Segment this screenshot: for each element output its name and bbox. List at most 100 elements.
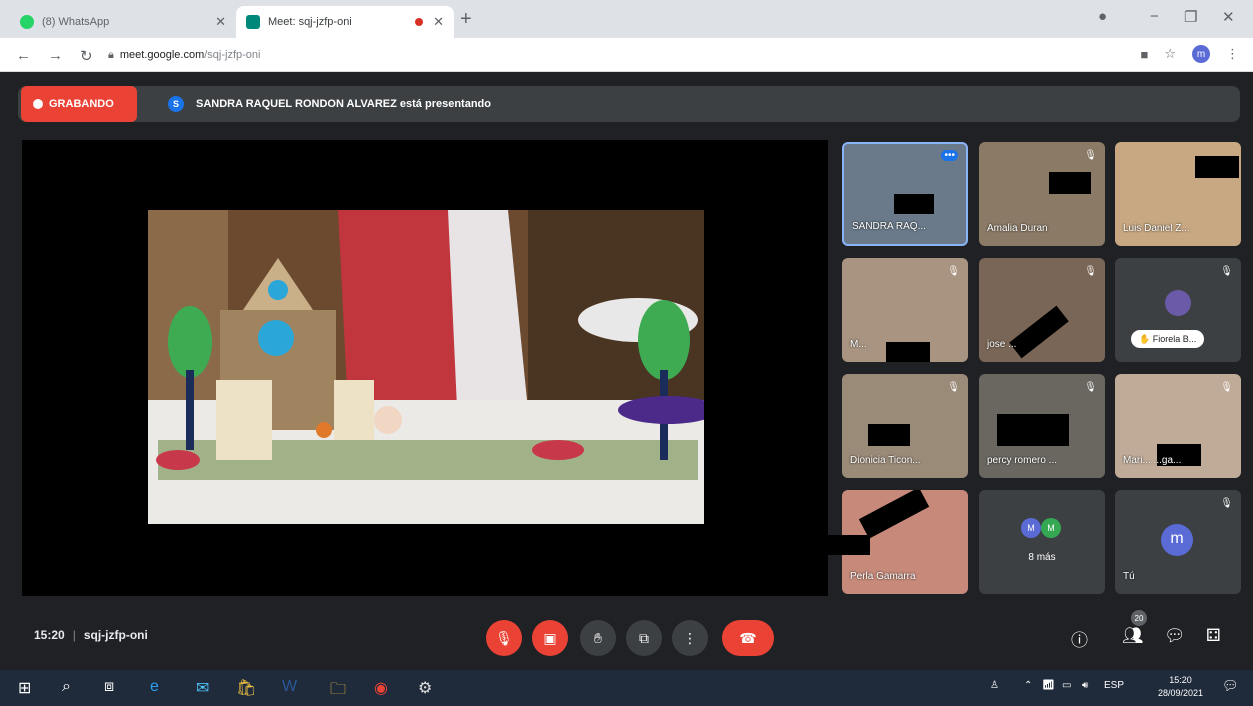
close-window-button[interactable]: ✕ <box>1222 8 1235 26</box>
browser-actions: ■ ☆ m ⋮ <box>1140 45 1239 63</box>
bookmark-star-icon[interactable]: ☆ <box>1164 46 1176 62</box>
more-participants-tile[interactable]: M M 8 más <box>979 490 1105 594</box>
present-icon: ⧉ <box>639 629 649 646</box>
participant-name: Mari... ...ga... <box>1123 455 1182 466</box>
profile-avatar[interactable]: m <box>1192 45 1210 63</box>
system-clock[interactable]: 15:20 28/09/2021 <box>1158 674 1203 700</box>
camera-in-use-icon[interactable]: ■ <box>1140 47 1148 62</box>
more-options-button[interactable]: ⋮ <box>672 620 708 656</box>
tab-title: (8) WhatsApp <box>42 16 110 28</box>
meet-icon <box>246 15 260 29</box>
presentation-stage <box>22 140 828 596</box>
chevron-up-icon[interactable]: ⌃ <box>1024 680 1032 691</box>
battery-icon[interactable]: ▭ <box>1062 680 1071 691</box>
participant-tile[interactable]: ••• SANDRA RAQ... <box>842 142 968 246</box>
browser-tab-bar: (8) WhatsApp ✕ Meet: sqj-jzfp-oni ✕ + ● … <box>0 0 1253 38</box>
meeting-details: 15:20 | sqj-jzfp-oni <box>34 628 148 642</box>
participant-name: SANDRA RAQ... <box>852 221 926 232</box>
tab-meet[interactable]: Meet: sqj-jzfp-oni ✕ <box>236 6 454 38</box>
whatsapp-icon <box>20 15 34 29</box>
taskbar-app-icon[interactable]: ⚙︎ <box>418 678 432 698</box>
video-frame-image <box>148 210 704 524</box>
lock-icon: 🔒︎ <box>108 48 114 61</box>
back-button[interactable]: ← <box>16 47 31 64</box>
menu-kebab-icon[interactable]: ⋮ <box>1226 46 1239 62</box>
reload-button[interactable]: ↻ <box>80 47 93 65</box>
new-tab-button[interactable]: + <box>460 8 472 31</box>
clock-date: 28/09/2021 <box>1158 688 1204 698</box>
store-icon[interactable]: 🛍︎ <box>236 678 256 698</box>
close-tab-icon[interactable]: ✕ <box>433 14 444 30</box>
redaction-box <box>828 535 870 555</box>
people-tray-icon[interactable]: ♙ <box>990 680 999 691</box>
activities-button[interactable]: ⚃ <box>1206 626 1221 646</box>
network-icon[interactable]: 📶︎ <box>1042 680 1055 691</box>
participant-tile[interactable]: 🎙︎ Amalia Duran <box>979 142 1105 246</box>
input-language[interactable]: ESP <box>1104 680 1124 691</box>
participant-tile[interactable]: 🎙︎ ✋ Fiorela B... <box>1115 258 1241 362</box>
participant-tile[interactable]: 🎙︎ jose ... <box>979 258 1105 362</box>
task-view-icon[interactable]: ⧈ <box>104 678 114 696</box>
participant-tile[interactable]: 🎙︎ Dionicia Ticon... <box>842 374 968 478</box>
notifications-icon[interactable]: 💬︎ <box>1222 678 1239 694</box>
participant-tile[interactable]: 🎙︎ percy romero ... <box>979 374 1105 478</box>
presented-video <box>148 210 704 524</box>
chat-button[interactable]: 💬︎ <box>1164 626 1186 646</box>
url-host: meet.google.com <box>119 49 205 61</box>
present-screen-button[interactable]: ⧉ <box>626 620 662 656</box>
clock-time: 15:20 <box>1169 675 1192 685</box>
participant-count-badge: 20 <box>1131 610 1147 626</box>
maximize-button[interactable]: ❐ <box>1184 8 1197 26</box>
participant-tile[interactable]: 🎙︎ M... <box>842 258 968 362</box>
word-icon[interactable]: W <box>282 678 297 696</box>
close-tab-icon[interactable]: ✕ <box>215 14 226 30</box>
more-options-icon[interactable]: ••• <box>941 150 958 161</box>
participant-name: Amalia Duran <box>987 223 1048 234</box>
redaction-box <box>1195 156 1239 178</box>
hand-icon: ✋︎ <box>594 629 602 646</box>
mic-off-icon: 🎙︎ <box>1220 382 1233 393</box>
leave-call-button[interactable]: ☎︎ <box>722 620 774 656</box>
participant-name: Luis Daniel Z... <box>1123 223 1190 234</box>
presenting-info: S SANDRA RAQUEL RONDON ALVAREZ está pres… <box>158 86 491 122</box>
participant-name: Perla Gamarra <box>850 571 916 582</box>
mic-off-icon: 🎙︎ <box>1084 382 1097 393</box>
tab-whatsapp[interactable]: (8) WhatsApp ✕ <box>10 6 236 38</box>
participant-name: jose ... <box>987 339 1017 350</box>
tab-title: Meet: sqj-jzfp-oni <box>268 16 352 28</box>
minimize-button[interactable]: − <box>1150 8 1159 25</box>
meeting-controls-bar: 15:20 | sqj-jzfp-oni 🎙︎ ▣ ✋︎ ⧉ ⋮ ☎︎ ⓘ 👥︎ 💬… <box>0 600 1253 670</box>
volume-icon[interactable]: 🔊︎ <box>1082 680 1088 691</box>
participant-tile[interactable]: 🎙︎ Mari... ...ga... <box>1115 374 1241 478</box>
url-path: /sqj-jzfp-oni <box>204 49 261 61</box>
url-field[interactable]: 🔒︎ meet.google.com /sqj-jzfp-oni <box>108 43 1108 67</box>
extension-icon[interactable]: ● <box>1098 8 1107 25</box>
search-icon[interactable]: ⌕ <box>62 678 71 696</box>
file-explorer-icon[interactable]: 🗀 <box>330 678 346 705</box>
raise-hand-button[interactable]: ✋︎ <box>580 620 616 656</box>
participant-tile[interactable]: Luis Daniel Z... <box>1115 142 1241 246</box>
people-button[interactable]: 👥︎ <box>1122 626 1144 646</box>
chrome-icon[interactable]: ◉ <box>374 678 388 698</box>
edge-browser-icon[interactable]: e <box>150 678 159 696</box>
mic-toggle-button[interactable]: 🎙︎ <box>486 620 522 656</box>
presenting-text: SANDRA RAQUEL RONDON ALVAREZ está presen… <box>196 98 491 110</box>
separator: | <box>72 628 76 642</box>
redaction-box <box>868 424 910 446</box>
self-avatar: m <box>1161 524 1193 556</box>
redaction-box <box>1049 172 1091 194</box>
forward-button[interactable]: → <box>48 47 63 64</box>
recording-badge[interactable]: GRABANDO <box>21 86 137 122</box>
redaction-box <box>886 342 930 362</box>
self-tile[interactable]: m 🎙︎ Tú <box>1115 490 1241 594</box>
camera-toggle-button[interactable]: ▣ <box>532 620 568 656</box>
mic-off-icon: 🎙︎ <box>1220 498 1233 509</box>
presenter-avatar: S <box>168 96 184 112</box>
meeting-info-button[interactable]: ⓘ <box>1071 626 1088 651</box>
windows-start-icon[interactable]: ⊞ <box>18 678 31 698</box>
self-label: Tú <box>1123 571 1135 582</box>
participant-name: percy romero ... <box>987 455 1058 466</box>
mail-icon[interactable]: ✉ <box>196 678 209 698</box>
redaction-box <box>858 490 930 539</box>
mic-off-icon: 🎙︎ <box>1084 266 1097 277</box>
